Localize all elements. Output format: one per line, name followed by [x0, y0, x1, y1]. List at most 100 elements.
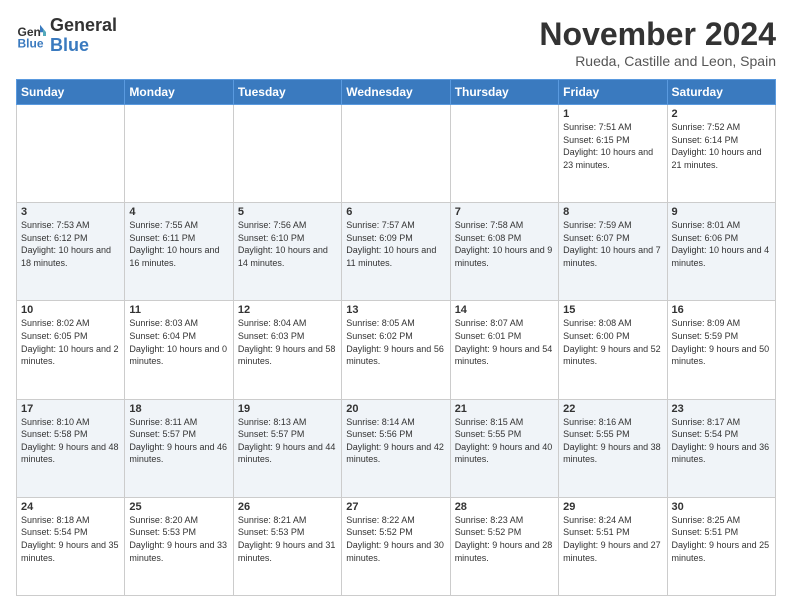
day-number: 28	[455, 501, 554, 513]
calendar-cell: 9Sunrise: 8:01 AM Sunset: 6:06 PM Daylig…	[667, 203, 775, 301]
day-number: 18	[129, 403, 228, 415]
calendar-cell: 4Sunrise: 7:55 AM Sunset: 6:11 PM Daylig…	[125, 203, 233, 301]
calendar-cell: 11Sunrise: 8:03 AM Sunset: 6:04 PM Dayli…	[125, 301, 233, 399]
col-wednesday: Wednesday	[342, 80, 450, 105]
day-info: Sunrise: 7:52 AM Sunset: 6:14 PM Dayligh…	[672, 121, 771, 171]
calendar-cell: 30Sunrise: 8:25 AM Sunset: 5:51 PM Dayli…	[667, 497, 775, 595]
day-info: Sunrise: 8:20 AM Sunset: 5:53 PM Dayligh…	[129, 514, 228, 564]
day-number: 10	[21, 304, 120, 316]
day-number: 15	[563, 304, 662, 316]
day-number: 6	[346, 206, 445, 218]
logo: Gen Blue General Blue	[16, 16, 117, 56]
calendar-cell: 18Sunrise: 8:11 AM Sunset: 5:57 PM Dayli…	[125, 399, 233, 497]
calendar-header: Sunday Monday Tuesday Wednesday Thursday…	[17, 80, 776, 105]
day-info: Sunrise: 8:18 AM Sunset: 5:54 PM Dayligh…	[21, 514, 120, 564]
page: Gen Blue General Blue November 2024 Rued…	[0, 0, 792, 612]
day-info: Sunrise: 8:16 AM Sunset: 5:55 PM Dayligh…	[563, 416, 662, 466]
day-number: 22	[563, 403, 662, 415]
day-number: 21	[455, 403, 554, 415]
day-number: 16	[672, 304, 771, 316]
day-number: 14	[455, 304, 554, 316]
calendar-cell	[17, 105, 125, 203]
title-block: November 2024 Rueda, Castille and Leon, …	[539, 16, 776, 69]
day-info: Sunrise: 8:23 AM Sunset: 5:52 PM Dayligh…	[455, 514, 554, 564]
day-info: Sunrise: 8:15 AM Sunset: 5:55 PM Dayligh…	[455, 416, 554, 466]
calendar-cell	[233, 105, 341, 203]
day-number: 29	[563, 501, 662, 513]
day-info: Sunrise: 8:08 AM Sunset: 6:00 PM Dayligh…	[563, 317, 662, 367]
day-info: Sunrise: 7:59 AM Sunset: 6:07 PM Dayligh…	[563, 219, 662, 269]
calendar-cell: 25Sunrise: 8:20 AM Sunset: 5:53 PM Dayli…	[125, 497, 233, 595]
day-info: Sunrise: 8:07 AM Sunset: 6:01 PM Dayligh…	[455, 317, 554, 367]
day-info: Sunrise: 8:11 AM Sunset: 5:57 PM Dayligh…	[129, 416, 228, 466]
day-info: Sunrise: 8:17 AM Sunset: 5:54 PM Dayligh…	[672, 416, 771, 466]
calendar-cell: 2Sunrise: 7:52 AM Sunset: 6:14 PM Daylig…	[667, 105, 775, 203]
calendar-cell: 23Sunrise: 8:17 AM Sunset: 5:54 PM Dayli…	[667, 399, 775, 497]
calendar-cell: 14Sunrise: 8:07 AM Sunset: 6:01 PM Dayli…	[450, 301, 558, 399]
day-info: Sunrise: 8:21 AM Sunset: 5:53 PM Dayligh…	[238, 514, 337, 564]
day-number: 9	[672, 206, 771, 218]
calendar-cell: 27Sunrise: 8:22 AM Sunset: 5:52 PM Dayli…	[342, 497, 450, 595]
day-info: Sunrise: 7:58 AM Sunset: 6:08 PM Dayligh…	[455, 219, 554, 269]
logo-line1: General	[50, 16, 117, 36]
col-friday: Friday	[559, 80, 667, 105]
day-number: 12	[238, 304, 337, 316]
logo-icon: Gen Blue	[16, 21, 46, 51]
day-info: Sunrise: 8:14 AM Sunset: 5:56 PM Dayligh…	[346, 416, 445, 466]
day-info: Sunrise: 8:09 AM Sunset: 5:59 PM Dayligh…	[672, 317, 771, 367]
calendar-cell: 5Sunrise: 7:56 AM Sunset: 6:10 PM Daylig…	[233, 203, 341, 301]
day-number: 13	[346, 304, 445, 316]
header-row: Sunday Monday Tuesday Wednesday Thursday…	[17, 80, 776, 105]
header: Gen Blue General Blue November 2024 Rued…	[16, 16, 776, 69]
day-number: 5	[238, 206, 337, 218]
calendar-cell: 7Sunrise: 7:58 AM Sunset: 6:08 PM Daylig…	[450, 203, 558, 301]
calendar-cell: 15Sunrise: 8:08 AM Sunset: 6:00 PM Dayli…	[559, 301, 667, 399]
col-thursday: Thursday	[450, 80, 558, 105]
calendar-week-0: 1Sunrise: 7:51 AM Sunset: 6:15 PM Daylig…	[17, 105, 776, 203]
calendar-week-4: 24Sunrise: 8:18 AM Sunset: 5:54 PM Dayli…	[17, 497, 776, 595]
calendar-cell	[125, 105, 233, 203]
day-number: 11	[129, 304, 228, 316]
day-number: 7	[455, 206, 554, 218]
col-saturday: Saturday	[667, 80, 775, 105]
day-number: 27	[346, 501, 445, 513]
day-info: Sunrise: 8:10 AM Sunset: 5:58 PM Dayligh…	[21, 416, 120, 466]
day-number: 2	[672, 108, 771, 120]
day-number: 26	[238, 501, 337, 513]
calendar-cell: 29Sunrise: 8:24 AM Sunset: 5:51 PM Dayli…	[559, 497, 667, 595]
day-info: Sunrise: 8:01 AM Sunset: 6:06 PM Dayligh…	[672, 219, 771, 269]
calendar-cell: 21Sunrise: 8:15 AM Sunset: 5:55 PM Dayli…	[450, 399, 558, 497]
calendar-week-2: 10Sunrise: 8:02 AM Sunset: 6:05 PM Dayli…	[17, 301, 776, 399]
calendar-cell: 20Sunrise: 8:14 AM Sunset: 5:56 PM Dayli…	[342, 399, 450, 497]
day-number: 23	[672, 403, 771, 415]
day-info: Sunrise: 8:04 AM Sunset: 6:03 PM Dayligh…	[238, 317, 337, 367]
day-info: Sunrise: 8:02 AM Sunset: 6:05 PM Dayligh…	[21, 317, 120, 367]
calendar-cell: 22Sunrise: 8:16 AM Sunset: 5:55 PM Dayli…	[559, 399, 667, 497]
day-number: 1	[563, 108, 662, 120]
calendar-cell: 16Sunrise: 8:09 AM Sunset: 5:59 PM Dayli…	[667, 301, 775, 399]
day-info: Sunrise: 7:55 AM Sunset: 6:11 PM Dayligh…	[129, 219, 228, 269]
day-info: Sunrise: 8:13 AM Sunset: 5:57 PM Dayligh…	[238, 416, 337, 466]
day-info: Sunrise: 8:03 AM Sunset: 6:04 PM Dayligh…	[129, 317, 228, 367]
calendar-cell: 13Sunrise: 8:05 AM Sunset: 6:02 PM Dayli…	[342, 301, 450, 399]
day-info: Sunrise: 7:51 AM Sunset: 6:15 PM Dayligh…	[563, 121, 662, 171]
calendar-cell: 24Sunrise: 8:18 AM Sunset: 5:54 PM Dayli…	[17, 497, 125, 595]
calendar-body: 1Sunrise: 7:51 AM Sunset: 6:15 PM Daylig…	[17, 105, 776, 596]
logo-line2: Blue	[50, 36, 117, 56]
svg-text:Blue: Blue	[18, 36, 44, 50]
calendar-cell: 26Sunrise: 8:21 AM Sunset: 5:53 PM Dayli…	[233, 497, 341, 595]
day-number: 25	[129, 501, 228, 513]
calendar-cell: 12Sunrise: 8:04 AM Sunset: 6:03 PM Dayli…	[233, 301, 341, 399]
day-number: 17	[21, 403, 120, 415]
month-title: November 2024	[539, 16, 776, 53]
calendar-cell: 17Sunrise: 8:10 AM Sunset: 5:58 PM Dayli…	[17, 399, 125, 497]
calendar-week-1: 3Sunrise: 7:53 AM Sunset: 6:12 PM Daylig…	[17, 203, 776, 301]
calendar-table: Sunday Monday Tuesday Wednesday Thursday…	[16, 79, 776, 596]
calendar-cell: 10Sunrise: 8:02 AM Sunset: 6:05 PM Dayli…	[17, 301, 125, 399]
day-number: 8	[563, 206, 662, 218]
day-number: 24	[21, 501, 120, 513]
logo-text: General Blue	[50, 16, 117, 56]
calendar-cell: 1Sunrise: 7:51 AM Sunset: 6:15 PM Daylig…	[559, 105, 667, 203]
col-tuesday: Tuesday	[233, 80, 341, 105]
calendar-cell: 19Sunrise: 8:13 AM Sunset: 5:57 PM Dayli…	[233, 399, 341, 497]
